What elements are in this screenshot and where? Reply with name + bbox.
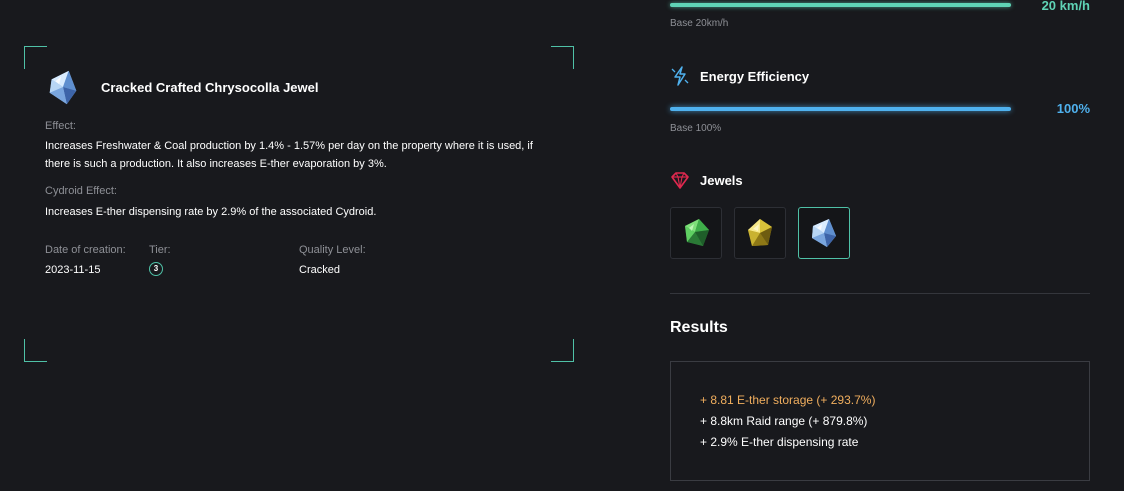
jewel-header: Cracked Crafted Chrysocolla Jewel xyxy=(44,68,318,106)
tier-badge: 3 xyxy=(149,262,163,276)
results-title: Results xyxy=(670,319,728,336)
energy-efficiency-title: Energy Efficiency xyxy=(700,68,810,84)
jewel-slot-3[interactable] xyxy=(798,207,850,259)
quality-level-value: Cracked xyxy=(299,264,340,276)
effect-text-line-2: there is such a production. It also incr… xyxy=(45,158,387,170)
lightning-icon xyxy=(671,66,689,86)
energy-efficiency-progress-bar xyxy=(670,107,1011,111)
cydroid-effect-text: Increases E-ther dispensing rate by 2.9%… xyxy=(45,206,377,218)
jewel-slot-2[interactable] xyxy=(734,207,786,259)
speed-base-text: Base 20km/h xyxy=(670,18,729,29)
jewel-slot-1[interactable] xyxy=(670,207,722,259)
corner-top-right xyxy=(551,46,574,69)
quality-level-label: Quality Level: xyxy=(299,244,366,256)
cydroid-effect-label: Cydroid Effect: xyxy=(45,185,117,197)
date-of-creation-value: 2023-11-15 xyxy=(45,264,101,276)
result-line-dispensing-rate: + 2.9% E-ther dispensing rate xyxy=(700,435,859,449)
energy-efficiency-header: Energy Efficiency xyxy=(670,66,809,86)
speed-progress-bar xyxy=(670,3,1011,7)
energy-efficiency-value: 100% xyxy=(1056,101,1090,116)
results-box: + 8.81 E-ther storage (+ 293.7%) + 8.8km… xyxy=(670,361,1090,481)
yellow-jewel-icon xyxy=(748,219,772,246)
effect-text-line-1: Increases Freshwater & Coal production b… xyxy=(45,140,533,152)
date-of-creation-label: Date of creation: xyxy=(45,244,126,256)
corner-bottom-right xyxy=(551,339,574,362)
result-line-raid-range: + 8.8km Raid range (+ 879.8%) xyxy=(700,414,868,428)
speed-value: 20 km/h xyxy=(1041,0,1090,13)
ruby-gem-icon xyxy=(671,172,689,189)
corner-top-left xyxy=(24,46,47,69)
jewels-title: Jewels xyxy=(700,172,743,188)
energy-efficiency-base-text: Base 100% xyxy=(670,123,722,134)
result-line-e-ther-storage: + 8.81 E-ther storage (+ 293.7%) xyxy=(700,393,876,407)
green-jewel-icon xyxy=(685,219,709,246)
section-divider xyxy=(670,293,1090,294)
chrysocolla-jewel-icon xyxy=(49,70,77,105)
effect-label: Effect: xyxy=(45,120,76,132)
tier-label: Tier: xyxy=(149,244,171,256)
jewels-header: Jewels xyxy=(670,170,743,190)
jewel-name: Cracked Crafted Chrysocolla Jewel xyxy=(101,79,319,95)
corner-bottom-left xyxy=(24,339,47,362)
chrysocolla-jewel-icon xyxy=(812,219,836,247)
